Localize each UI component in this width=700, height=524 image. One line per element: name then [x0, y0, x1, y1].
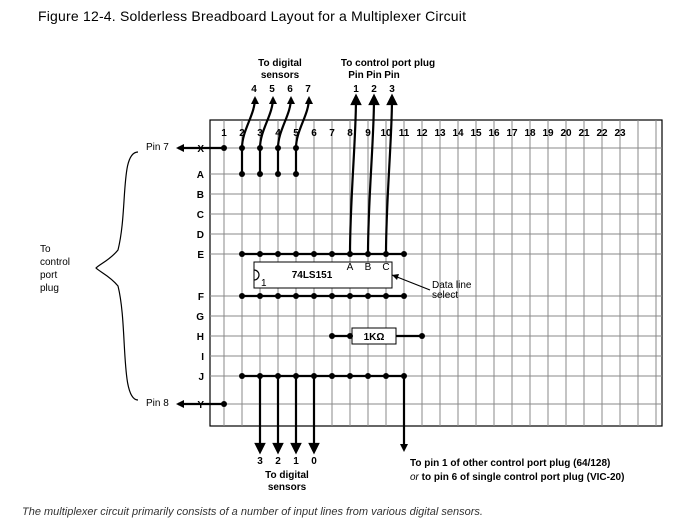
- svg-text:J: J: [198, 372, 204, 383]
- svg-text:20: 20: [560, 128, 572, 139]
- svg-text:23: 23: [614, 128, 626, 139]
- svg-text:0: 0: [311, 456, 317, 467]
- breadboard-diagram: 1 2 3 4 5 6 7 8 9 10 11 12 13 14 15 16 1…: [0, 0, 700, 524]
- svg-text:C: C: [197, 210, 204, 221]
- brace-text-1: To: [40, 244, 51, 255]
- svg-text:17: 17: [506, 128, 518, 139]
- svg-text:A: A: [197, 170, 204, 181]
- svg-text:G: G: [196, 312, 204, 323]
- svg-text:To digital: To digital: [258, 58, 302, 69]
- svg-text:16: 16: [488, 128, 500, 139]
- bottom-dig-1: To digital: [265, 470, 309, 481]
- bottom-nums: 3 2 1 0: [257, 456, 317, 467]
- svg-text:8: 8: [347, 128, 353, 139]
- svg-text:5: 5: [269, 84, 275, 95]
- brace-text-3: port: [40, 270, 57, 281]
- data-line-select-label-2: select: [432, 290, 458, 301]
- bottom-dig-2: sensors: [268, 482, 307, 493]
- svg-text:14: 14: [452, 128, 464, 139]
- bottom-right-1: To pin 1 of other control port plug (64/…: [410, 458, 610, 469]
- svg-text:3: 3: [257, 456, 263, 467]
- svg-text:4: 4: [251, 84, 257, 95]
- svg-text:7: 7: [329, 128, 335, 139]
- brace-text-4: plug: [40, 283, 59, 294]
- svg-text:F: F: [198, 292, 204, 303]
- page: Figure 12-4. Solderless Breadboard Layou…: [0, 0, 700, 524]
- left-pin-wires: [176, 144, 224, 408]
- svg-text:12: 12: [416, 128, 428, 139]
- svg-text:11: 11: [399, 128, 410, 139]
- svg-text:A: A: [347, 262, 354, 273]
- svg-text:3: 3: [389, 84, 395, 95]
- svg-text:74LS151: 74LS151: [292, 270, 333, 281]
- svg-text:X: X: [197, 144, 204, 155]
- svg-text:1: 1: [261, 278, 267, 289]
- figure-caption: The multiplexer circuit primarily consis…: [22, 506, 483, 518]
- pin7-label: Pin 7: [146, 142, 169, 153]
- brace-text-2: control: [40, 257, 70, 268]
- svg-text:15: 15: [470, 128, 482, 139]
- svg-text:H: H: [197, 332, 204, 343]
- top-labels: To digital sensors 4 5 6 7 To control po…: [251, 58, 435, 95]
- bottom-digital-wires: [256, 376, 318, 452]
- svg-text:C: C: [382, 262, 389, 273]
- left-brace: [96, 152, 138, 400]
- svg-text:2: 2: [275, 456, 281, 467]
- svg-text:2: 2: [371, 84, 377, 95]
- svg-text:Pin: Pin: [366, 70, 382, 81]
- svg-text:22: 22: [596, 128, 608, 139]
- bottom-right-2: or to pin 6 of single control port plug …: [410, 472, 624, 483]
- svg-text:I: I: [201, 352, 204, 363]
- svg-text:D: D: [197, 230, 204, 241]
- pin8-label: Pin 8: [146, 398, 169, 409]
- svg-text:1KΩ: 1KΩ: [364, 332, 385, 343]
- svg-text:19: 19: [542, 128, 554, 139]
- svg-text:Pin: Pin: [384, 70, 400, 81]
- svg-text:6: 6: [311, 128, 317, 139]
- svg-text:13: 13: [434, 128, 446, 139]
- svg-text:6: 6: [287, 84, 293, 95]
- svg-text:1: 1: [293, 456, 299, 467]
- svg-text:21: 21: [578, 128, 590, 139]
- svg-text:Y: Y: [197, 400, 204, 411]
- svg-text:sensors: sensors: [261, 70, 300, 81]
- svg-text:E: E: [197, 250, 204, 261]
- svg-text:18: 18: [524, 128, 536, 139]
- svg-text:Pin: Pin: [348, 70, 364, 81]
- svg-text:To control port plug: To control port plug: [341, 58, 435, 69]
- svg-text:9: 9: [365, 128, 371, 139]
- svg-text:7: 7: [305, 84, 311, 95]
- svg-text:1: 1: [353, 84, 359, 95]
- svg-text:B: B: [197, 190, 204, 201]
- svg-text:1: 1: [221, 128, 227, 139]
- row-letters: X A B C D E F G H I J Y: [196, 144, 204, 411]
- svg-text:B: B: [365, 262, 372, 273]
- output-wire: [400, 376, 408, 452]
